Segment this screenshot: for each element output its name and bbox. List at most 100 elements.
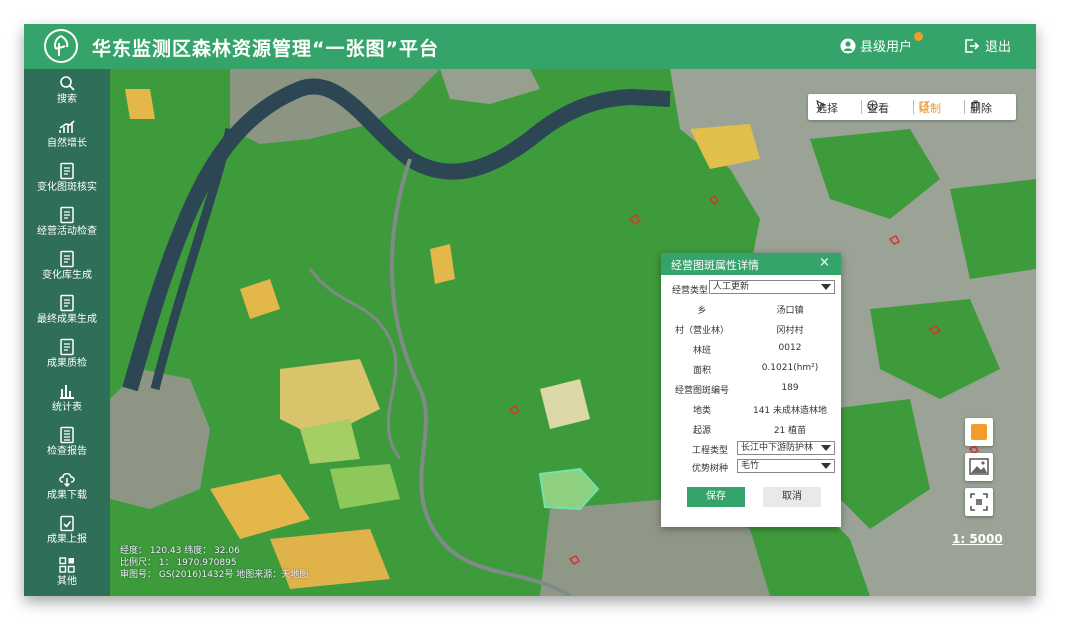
info-icon [867, 100, 878, 111]
species-select[interactable]: 毛竹 [737, 459, 835, 473]
project-select[interactable]: 长江中下游防护林 [737, 441, 835, 455]
sidebar-item-statistics[interactable]: 统计表 [24, 380, 110, 424]
growth-chart-icon [59, 120, 75, 133]
save-button[interactable]: 保存 [687, 487, 745, 507]
image-icon [969, 458, 989, 475]
view-tool-button[interactable]: 查看 [867, 100, 889, 116]
sidebar-item-label: 最终成果生成 [37, 314, 97, 325]
project-select-value: 长江中下游防护林 [741, 443, 814, 453]
sidebar-item-label: 成果下载 [47, 490, 87, 501]
app-window: 华东监测区森林资源管理“一张图”平台 县级用户 退出 搜索 自然增长 变化图斑核… [24, 24, 1036, 596]
attribute-dialog: 经营图斑属性详情 × 经营类型 人工更新 乡 汤口镇 村（营业林） 冈村村 林班… [661, 253, 841, 527]
logout-label: 退出 [985, 40, 1012, 55]
scale-bar: 1: 5000 [952, 532, 1003, 546]
field-value: 汤口镇 [776, 306, 804, 316]
dialog-title: 经营图斑属性详情 [671, 259, 759, 272]
sidebar-item-download[interactable]: 成果下载 [24, 468, 110, 512]
field-label: 起源 [692, 426, 711, 436]
report-icon [60, 426, 74, 444]
sidebar-item-label: 成果质检 [47, 358, 87, 369]
cancel-button[interactable]: 取消 [763, 487, 821, 507]
map-imagery [110, 69, 1036, 596]
user-icon [840, 38, 856, 54]
project-label: 工程类型 [691, 446, 728, 456]
field-value: 189 [781, 383, 799, 393]
sidebar-item-inspection-report[interactable]: 检查报告 [24, 424, 110, 468]
sidebar-item-natural-growth[interactable]: 自然增长 [24, 116, 110, 160]
map-canvas[interactable]: 选择 查看 绘制 删除 1: 5000 经度： 120.43 纬度： 32.06… [110, 69, 1036, 596]
document-icon [60, 162, 74, 180]
bar-chart-icon [60, 385, 74, 399]
cloud-download-icon [59, 472, 75, 488]
toolbar-divider [964, 100, 965, 114]
type-select-value: 人工更新 [713, 282, 750, 292]
layer-color-button[interactable] [965, 418, 993, 446]
delete-tool-button[interactable]: 删除 [970, 100, 992, 116]
logo-icon [44, 29, 78, 63]
color-layer-icon [971, 424, 987, 440]
sidebar: 搜索 自然增长 变化图斑核实 经营活动检查 变化库生成 最终成果生成 成果质检 [24, 69, 110, 596]
map-info-panel: 经度： 120.43 纬度： 32.06 比例尺： 1： 1970.970895… [120, 545, 308, 581]
sidebar-item-final-results[interactable]: 最终成果生成 [24, 292, 110, 336]
field-label: 乡 [697, 306, 707, 316]
sidebar-item-label: 检查报告 [47, 446, 87, 457]
basemap-image-button[interactable] [965, 453, 993, 481]
field-value: 141 未成林造林地 [752, 406, 828, 416]
chevron-down-icon [821, 463, 831, 469]
field-value: 冈村村 [776, 326, 804, 336]
logout-button[interactable]: 退出 [964, 36, 1011, 55]
dialog-header: 经营图斑属性详情 × [661, 253, 841, 275]
sidebar-item-search[interactable]: 搜索 [24, 72, 110, 116]
chevron-down-icon [821, 445, 831, 451]
header-bar: 华东监测区森林资源管理“一张图”平台 县级用户 退出 [24, 24, 1036, 69]
sidebar-item-upload[interactable]: 成果上报 [24, 512, 110, 556]
fullscreen-button[interactable] [965, 488, 993, 516]
coordinates-readout: 经度： 120.43 纬度： 32.06 [120, 546, 240, 556]
user-label: 县级用户 [860, 40, 913, 55]
scale-ratio-readout: 比例尺： 1： 1970.970895 [120, 558, 237, 568]
field-label: 经营图斑编号 [674, 386, 729, 396]
toolbar-divider [861, 100, 862, 114]
sidebar-item-label: 变化图斑核实 [37, 182, 97, 193]
upload-check-icon [60, 515, 74, 532]
field-value: 21 植苗 [773, 426, 807, 436]
select-tool-button[interactable]: 选择 [816, 100, 838, 116]
close-icon[interactable]: × [819, 255, 830, 270]
grid-icon [59, 557, 75, 573]
user-menu[interactable]: 县级用户 [840, 32, 923, 55]
field-value: 0012 [778, 343, 802, 353]
toolbar-divider [913, 100, 914, 114]
edit-icon [919, 100, 930, 111]
sidebar-item-label: 成果上报 [47, 534, 87, 545]
document-icon [60, 294, 74, 312]
document-icon [60, 206, 74, 224]
sidebar-item-other[interactable]: 其他 [24, 554, 110, 596]
notification-badge [914, 32, 923, 41]
document-icon [60, 250, 74, 268]
sidebar-item-label: 经营活动检查 [37, 226, 97, 237]
field-label: 面积 [692, 366, 711, 376]
document-icon [60, 338, 74, 356]
field-label: 村（营业林） [674, 326, 729, 336]
chevron-down-icon [821, 284, 831, 290]
logout-icon [965, 39, 980, 53]
sidebar-item-label: 搜索 [57, 94, 77, 105]
species-select-value: 毛竹 [741, 461, 760, 471]
select-icon [816, 100, 827, 111]
field-label: 地类 [692, 406, 711, 416]
map-source-text: 审图号： GS(2016)1432号 地图来源：天地图 [120, 570, 309, 580]
fullscreen-icon [970, 493, 988, 511]
sidebar-item-activity-check[interactable]: 经营活动检查 [24, 204, 110, 248]
sidebar-item-change-db[interactable]: 变化库生成 [24, 248, 110, 292]
type-select[interactable]: 人工更新 [709, 280, 835, 294]
sidebar-item-label: 变化库生成 [42, 270, 92, 281]
sidebar-item-change-verify[interactable]: 变化图斑核实 [24, 160, 110, 204]
sidebar-item-quality-check[interactable]: 成果质检 [24, 336, 110, 380]
map-toolbar: 选择 查看 绘制 删除 [808, 94, 1016, 120]
sidebar-item-label: 自然增长 [47, 138, 87, 149]
field-value: 0.1021(hm²) [761, 363, 819, 373]
draw-tool-button[interactable]: 绘制 [919, 100, 941, 116]
trash-icon [971, 100, 980, 111]
sidebar-item-label: 统计表 [52, 402, 82, 413]
species-label: 优势树种 [691, 464, 728, 474]
